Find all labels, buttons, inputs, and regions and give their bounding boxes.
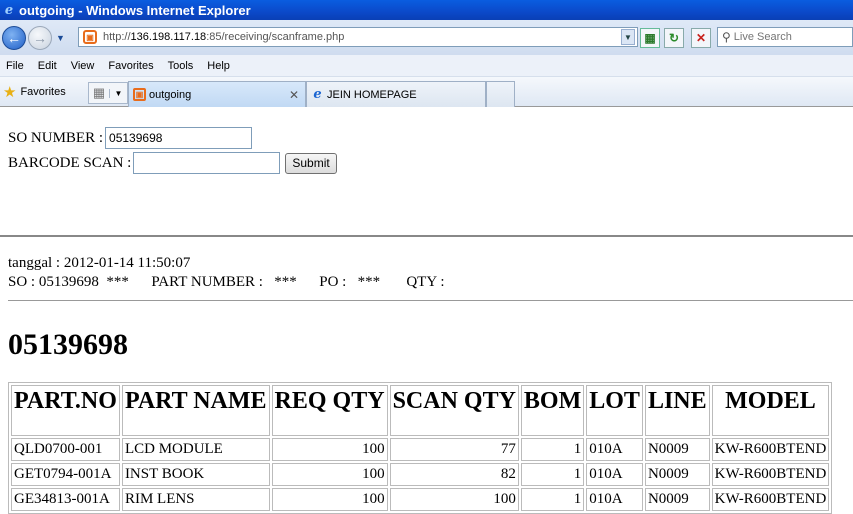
- search-icon: ⚲: [722, 30, 731, 44]
- compatibility-view-button[interactable]: ▦: [640, 28, 660, 48]
- address-dropdown-icon[interactable]: ▼: [621, 29, 635, 45]
- tab-jein-homepage[interactable]: e JEIN HOMEPAGE: [306, 81, 486, 107]
- col-header: PART.NO: [11, 385, 120, 436]
- ie-page-icon: e: [313, 87, 322, 102]
- table-cell: 010A: [586, 488, 643, 511]
- new-tab-button[interactable]: [486, 81, 515, 107]
- col-header: LOT: [586, 385, 643, 436]
- table-cell: KW-R600BTEND: [711, 438, 830, 461]
- site-favicon-icon: ▣: [133, 88, 146, 101]
- close-tab-icon[interactable]: ✕: [289, 88, 299, 102]
- menu-file[interactable]: File: [0, 60, 32, 72]
- table-cell: 1: [520, 463, 585, 486]
- table-cell: GET0794-001A: [11, 463, 120, 486]
- quick-tabs-button[interactable]: ▦ ▼: [88, 82, 128, 104]
- address-bar[interactable]: ▣ http://136.198.117.18:85/receiving/sca…: [78, 27, 638, 47]
- table-cell: N0009: [644, 488, 710, 511]
- history-dropdown-icon[interactable]: ▼: [56, 33, 66, 43]
- table-cell: QLD0700-001: [11, 438, 120, 461]
- back-button[interactable]: ←: [2, 25, 26, 50]
- menu-bar: File Edit View Favorites Tools Help: [0, 55, 853, 77]
- table-row: GE34813-001A RIM LENS 100 100 1 010A N00…: [11, 488, 830, 511]
- table-cell: N0009: [644, 463, 710, 486]
- menu-edit[interactable]: Edit: [32, 60, 65, 72]
- forward-button[interactable]: →: [28, 25, 52, 50]
- table-cell: N0009: [644, 438, 710, 461]
- search-input[interactable]: [733, 31, 834, 43]
- table-row: GET0794-001A INST BOOK 100 82 1 010A N00…: [11, 463, 830, 486]
- favorites-bar: ★ Favorites ▦ ▼ ▣ outgoing ✕ e JEIN HOME…: [0, 77, 853, 107]
- window-title: outgoing - Windows Internet Explorer: [19, 2, 251, 18]
- table-cell: 1: [520, 488, 585, 511]
- tanggal-text: tanggal : 2012-01-14 11:50:07: [8, 255, 191, 271]
- stop-button[interactable]: ✕: [691, 28, 711, 48]
- table-cell: 100: [271, 488, 388, 511]
- table-cell: 82: [389, 463, 519, 486]
- table-cell: KW-R600BTEND: [711, 463, 830, 486]
- tab-list-dropdown-icon[interactable]: ▼: [109, 88, 127, 98]
- window-title-bar: e outgoing - Windows Internet Explorer: [0, 0, 853, 20]
- so-summary-text: SO : 05139698 *** PART NUMBER : *** PO :…: [8, 274, 445, 290]
- divider: [8, 300, 853, 301]
- menu-favorites[interactable]: Favorites: [102, 60, 161, 72]
- table-cell: GE34813-001A: [11, 488, 120, 511]
- parts-table: PART.NO PART NAME REQ QTY SCAN QTY BOM L…: [8, 382, 833, 514]
- table-row: QLD0700-001 LCD MODULE 100 77 1 010A N00…: [11, 438, 830, 461]
- address-toolbar: ← → ▼ ▣ http://136.198.117.18:85/receivi…: [0, 20, 853, 55]
- favorites-button[interactable]: ★ Favorites: [3, 83, 66, 101]
- tab-label: outgoing: [149, 88, 192, 101]
- tab-outgoing[interactable]: ▣ outgoing ✕: [128, 81, 306, 107]
- barcode-scan-label: BARCODE SCAN :: [8, 154, 132, 171]
- so-heading: 05139698: [8, 328, 128, 361]
- favorites-label: Favorites: [20, 85, 66, 98]
- table-cell: 010A: [586, 438, 643, 461]
- barcode-scan-input[interactable]: [133, 152, 281, 174]
- table-cell: RIM LENS: [121, 488, 270, 511]
- menu-tools[interactable]: Tools: [162, 60, 202, 72]
- results-frame: tanggal : 2012-01-14 11:50:07 SO : 05139…: [0, 239, 853, 514]
- submit-button[interactable]: Submit: [285, 152, 337, 174]
- col-header: LINE: [644, 385, 710, 436]
- barcode-row: BARCODE SCAN : Submit: [8, 152, 337, 174]
- table-header-row: PART.NO PART NAME REQ QTY SCAN QTY BOM L…: [11, 385, 830, 436]
- col-header: SCAN QTY: [389, 385, 519, 436]
- table-cell: KW-R600BTEND: [711, 488, 830, 511]
- table-cell: INST BOOK: [121, 463, 270, 486]
- table-cell: 100: [271, 463, 388, 486]
- tab-label: JEIN HOMEPAGE: [327, 88, 417, 101]
- col-header: MODEL: [711, 385, 830, 436]
- live-search-box[interactable]: ⚲: [717, 27, 853, 47]
- so-number-label: SO NUMBER :: [8, 129, 104, 146]
- star-icon: ★: [3, 83, 17, 101]
- scan-form-frame: SO NUMBER : BARCODE SCAN : Submit: [0, 108, 853, 237]
- refresh-button[interactable]: ↻: [664, 28, 684, 48]
- col-header: BOM: [520, 385, 585, 436]
- table-cell: LCD MODULE: [121, 438, 270, 461]
- col-header: REQ QTY: [271, 385, 388, 436]
- site-favicon-icon: ▣: [83, 30, 97, 44]
- address-url[interactable]: http://136.198.117.18:85/receiving/scanf…: [103, 31, 344, 43]
- quick-tabs-icon: ▦: [92, 85, 106, 100]
- table-cell: 100: [271, 438, 388, 461]
- menu-view[interactable]: View: [65, 60, 103, 72]
- table-cell: 010A: [586, 463, 643, 486]
- ie-logo-icon: e: [4, 2, 14, 18]
- so-number-row: SO NUMBER :: [8, 127, 253, 149]
- menu-help[interactable]: Help: [201, 60, 238, 72]
- table-cell: 100: [389, 488, 519, 511]
- so-number-input[interactable]: [105, 127, 253, 149]
- col-header: PART NAME: [121, 385, 270, 436]
- table-cell: 1: [520, 438, 585, 461]
- table-cell: 77: [389, 438, 519, 461]
